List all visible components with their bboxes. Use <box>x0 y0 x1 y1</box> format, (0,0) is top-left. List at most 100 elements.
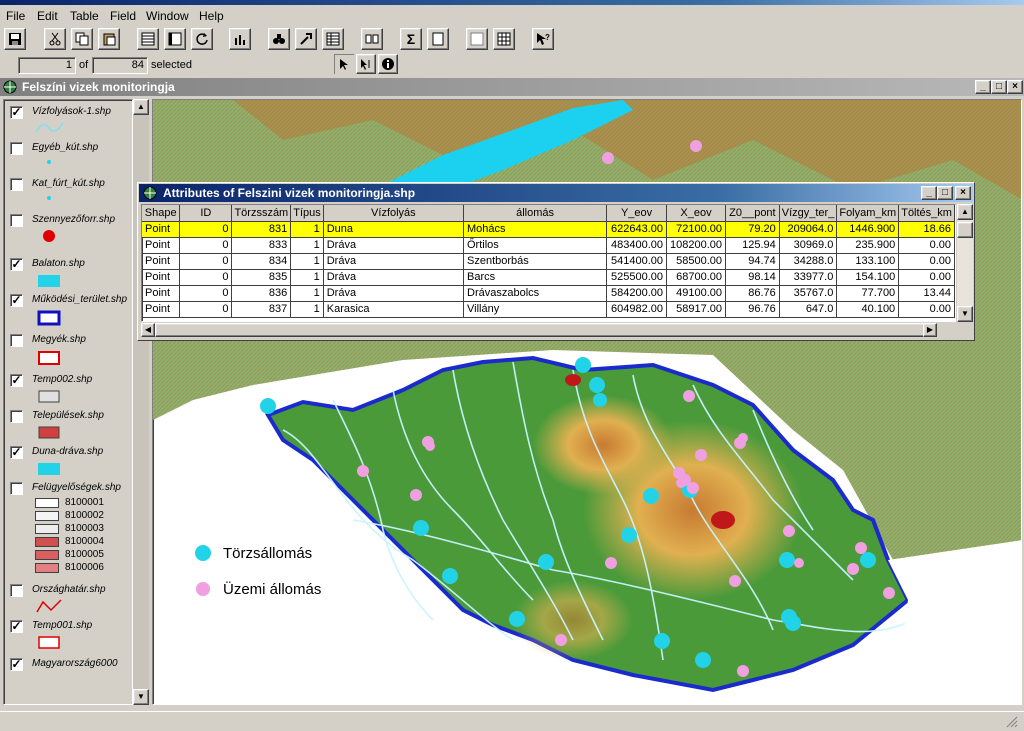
layer-checkbox[interactable]: ✓ <box>10 258 23 271</box>
column-header[interactable]: Y_eov <box>606 205 667 222</box>
table-cell: Barcs <box>463 269 608 286</box>
find-icon[interactable] <box>268 28 290 50</box>
table-row[interactable]: Point 0 834 1 Dráva Szentborbás 541400.00 58500… <box>142 253 955 270</box>
layer-checkbox[interactable]: ✓ <box>10 658 23 671</box>
scroll-up-icon[interactable]: ▲ <box>133 99 149 115</box>
scroll-thumb[interactable] <box>957 222 973 238</box>
scroll-thumb[interactable] <box>155 323 925 337</box>
current-record-field[interactable]: 1 <box>18 57 76 74</box>
layer-checkbox[interactable]: ✓ <box>10 620 23 633</box>
cut-icon[interactable] <box>44 28 66 50</box>
column-header[interactable]: állomás <box>463 205 608 222</box>
help-icon[interactable]: ? <box>532 28 554 50</box>
edit-tool-icon[interactable] <box>356 54 376 74</box>
join-icon[interactable] <box>361 28 383 50</box>
view-title-bar[interactable]: Felszíni vizek monitoringja _ □ × <box>0 78 1024 96</box>
layer-checkbox[interactable] <box>10 482 23 495</box>
close-button[interactable]: × <box>955 186 971 200</box>
promote-icon[interactable] <box>466 28 488 50</box>
table-cell: 1 <box>290 237 324 254</box>
table-cell: Dráva <box>323 237 465 254</box>
column-header[interactable]: X_eov <box>666 205 726 222</box>
attribute-table[interactable]: Shape ID Törzsszám Típus Vízfolyás állomás Y_e… <box>141 204 956 322</box>
table-row[interactable]: Point 0 833 1 Dráva Őrtilos 483400.00 108200.00… <box>142 237 955 254</box>
sort-icon[interactable] <box>322 28 344 50</box>
table-cell: Villány <box>463 301 608 318</box>
grid-icon[interactable] <box>493 28 515 50</box>
status-bar <box>0 711 1024 731</box>
polygon-symbol-icon <box>38 426 60 439</box>
pointer-tool-icon[interactable] <box>334 54 354 74</box>
table-of-contents: ✓ Vízfolyások-1.shp Egyéb_kút.shp Kat_fú… <box>3 99 133 705</box>
column-header[interactable]: Shape <box>142 205 181 222</box>
table-cell: 622643.00 <box>606 221 667 238</box>
menu-field[interactable]: Field <box>110 9 136 23</box>
table-cell: 835 <box>231 269 292 286</box>
menu-help[interactable]: Help <box>199 9 224 23</box>
layer-checkbox[interactable] <box>10 410 23 423</box>
layer-checkbox[interactable]: ✓ <box>10 106 23 119</box>
table-horizontal-scrollbar[interactable]: ◀ ▶ <box>141 323 937 337</box>
minimize-button[interactable]: _ <box>975 80 991 94</box>
menu-table[interactable]: Table <box>70 9 99 23</box>
table-row[interactable]: Point 0 836 1 Dráva Drávaszabolcs 584200.00 491… <box>142 285 955 302</box>
layer-checkbox[interactable] <box>10 178 23 191</box>
maximize-button[interactable]: □ <box>937 186 953 200</box>
layer-checkbox[interactable] <box>10 584 23 597</box>
scroll-left-icon[interactable]: ◀ <box>141 323 155 337</box>
attributes-window: Attributes of Felszini vizek monitoringj… <box>137 182 975 341</box>
table-cell: Karasica <box>323 301 465 318</box>
query-icon[interactable] <box>295 28 317 50</box>
maximize-button[interactable]: □ <box>991 80 1007 94</box>
scroll-down-icon[interactable]: ▼ <box>957 306 973 322</box>
column-header[interactable]: Vízfolyás <box>323 205 465 222</box>
column-header[interactable]: ID <box>179 205 233 222</box>
refresh-icon[interactable] <box>191 28 213 50</box>
menu-file[interactable]: File <box>6 9 25 23</box>
minimize-button[interactable]: _ <box>921 186 937 200</box>
select-all-icon[interactable] <box>137 28 159 50</box>
layer-checkbox[interactable]: ✓ <box>10 446 23 459</box>
paste-icon[interactable] <box>98 28 120 50</box>
column-header[interactable]: Folyam_km <box>836 205 900 222</box>
table-row[interactable]: Point 0 837 1 Karasica Villány 604982.00 58917.… <box>142 301 955 318</box>
of-label: of <box>79 59 89 71</box>
close-button[interactable]: × <box>1007 80 1023 94</box>
column-header[interactable]: Törzsszám <box>231 205 292 222</box>
table-row[interactable]: Point 0 835 1 Dráva Barcs 525500.00 68700.00 98.… <box>142 269 955 286</box>
table-cell: Point <box>142 253 181 270</box>
polygon-symbol-icon <box>37 310 61 326</box>
column-header[interactable]: Vízgy_ter_ <box>779 205 838 222</box>
column-header[interactable]: Z0__pont <box>725 205 780 222</box>
resize-grip-icon[interactable] <box>1006 716 1018 728</box>
table-cell: Dráva <box>323 253 465 270</box>
column-header[interactable]: Típus <box>290 205 324 222</box>
sum-icon[interactable]: Σ <box>400 28 422 50</box>
legend-label: Üzemi állomás <box>223 580 321 598</box>
record-bar: 1 of 84 selected <box>0 53 1024 77</box>
menu-edit[interactable]: Edit <box>37 9 58 23</box>
table-vertical-scrollbar[interactable]: ▲ ▼ <box>957 204 973 322</box>
layer-checkbox[interactable] <box>10 334 23 347</box>
legend-label: Törzsállomás <box>223 545 312 562</box>
scroll-up-icon[interactable]: ▲ <box>957 204 973 220</box>
layer-checkbox[interactable] <box>10 142 23 155</box>
attributes-title-bar[interactable]: Attributes of Felszini vizek monitoringj… <box>139 184 973 202</box>
scroll-down-icon[interactable]: ▼ <box>133 689 149 705</box>
calc-icon[interactable] <box>427 28 449 50</box>
layer-checkbox[interactable] <box>10 214 23 227</box>
menu-window[interactable]: Window <box>146 9 189 23</box>
column-header[interactable]: Töltés_km <box>898 205 955 222</box>
save-icon[interactable] <box>4 28 26 50</box>
scroll-right-icon[interactable]: ▶ <box>923 323 937 337</box>
layer-checkbox[interactable]: ✓ <box>10 374 23 387</box>
identify-tool-icon[interactable] <box>378 54 398 74</box>
table-cell: 604982.00 <box>606 301 667 318</box>
layer-checkbox[interactable]: ✓ <box>10 294 23 307</box>
table-row[interactable]: Point 0 831 1 Duna Mohács 622643.00 72100.00 79.… <box>142 221 955 238</box>
chart-icon[interactable] <box>229 28 251 50</box>
copy-icon[interactable] <box>71 28 93 50</box>
table-cell: 0.00 <box>898 269 955 286</box>
table-cell: 1 <box>290 285 324 302</box>
select-none-icon[interactable] <box>164 28 186 50</box>
